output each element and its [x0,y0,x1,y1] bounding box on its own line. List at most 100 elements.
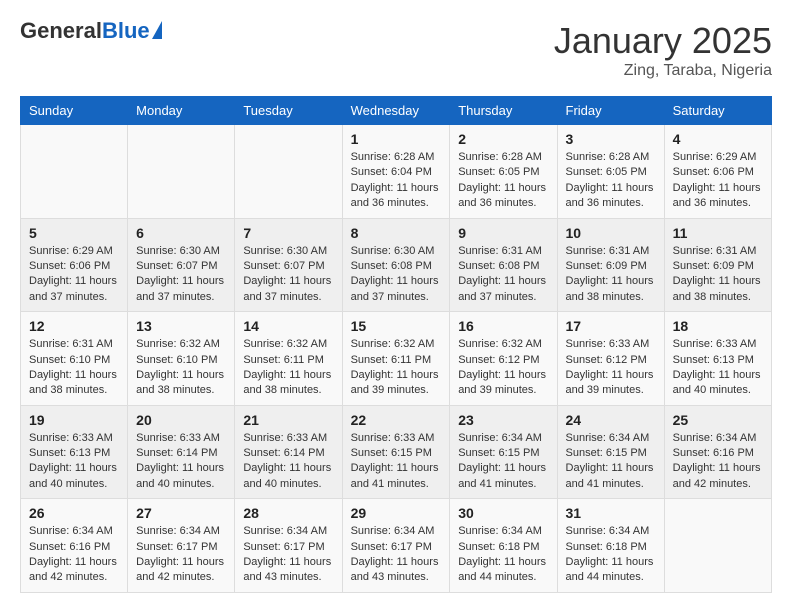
calendar-week-row: 12Sunrise: 6:31 AM Sunset: 6:10 PM Dayli… [21,312,772,406]
day-number: 27 [136,505,226,521]
calendar-day-cell: 10 Sunrise: 6:31 AM Sunset: 6:09 PM Dayli… [557,218,664,312]
day-number: 8 [351,225,442,241]
weekday-header-cell: Saturday [664,97,771,125]
calendar-day-cell: 29 Sunrise: 6:34 AM Sunset: 6:17 PM Dayli… [342,499,450,593]
day-info: Sunrise: 6:29 AM Sunset: 6:06 PM Dayligh… [673,150,763,212]
day-number: 26 [29,505,119,521]
day-number: 2 [458,131,548,147]
day-number: 4 [673,131,763,147]
day-info: Sunrise: 6:31 AM Sunset: 6:09 PM Dayligh… [566,244,656,306]
calendar-day-cell: 8 Sunrise: 6:30 AM Sunset: 6:08 PM Daylig… [342,218,450,312]
calendar-day-cell: 25Sunrise: 6:34 AM Sunset: 6:16 PM Dayli… [664,405,771,499]
calendar-day-cell: 23 Sunrise: 6:34 AM Sunset: 6:15 PM Dayli… [450,405,557,499]
day-number: 31 [566,505,656,521]
logo-icon [152,21,162,39]
day-info: Sunrise: 6:34 AM Sunset: 6:18 PM Dayligh… [458,524,548,586]
day-number: 29 [351,505,442,521]
page-header: GeneralBlue January 2025 Zing, Taraba, N… [20,20,772,80]
day-number: 20 [136,412,226,428]
calendar-day-cell: 18 Sunrise: 6:33 AM Sunset: 6:13 PM Dayli… [664,312,771,406]
day-number: 10 [566,225,656,241]
calendar-day-cell: 7Sunrise: 6:30 AM Sunset: 6:07 PM Daylig… [235,218,342,312]
calendar-table: SundayMondayTuesdayWednesdayThursdayFrid… [20,96,772,593]
logo: GeneralBlue [20,20,162,43]
day-number: 6 [136,225,226,241]
day-number: 15 [351,318,442,334]
calendar-day-cell: 3Sunrise: 6:28 AM Sunset: 6:05 PM Daylig… [557,125,664,219]
calendar-week-row: 19 Sunrise: 6:33 AM Sunset: 6:13 PM Dayli… [21,405,772,499]
day-info: Sunrise: 6:28 AM Sunset: 6:05 PM Dayligh… [458,150,548,212]
day-info: Sunrise: 6:32 AM Sunset: 6:11 PM Dayligh… [243,337,333,399]
calendar-day-cell: 31 Sunrise: 6:34 AM Sunset: 6:18 PM Dayli… [557,499,664,593]
day-number: 1 [351,131,442,147]
weekday-header-row: SundayMondayTuesdayWednesdayThursdayFrid… [21,97,772,125]
day-info: Sunrise: 6:34 AM Sunset: 6:18 PM Dayligh… [566,524,656,586]
day-info: Sunrise: 6:34 AM Sunset: 6:15 PM Dayligh… [458,431,548,493]
logo-text: GeneralBlue [20,20,150,43]
calendar-day-cell: 13 Sunrise: 6:32 AM Sunset: 6:10 PM Dayli… [128,312,235,406]
calendar-day-cell: 19 Sunrise: 6:33 AM Sunset: 6:13 PM Dayli… [21,405,128,499]
calendar-day-cell: 6Sunrise: 6:30 AM Sunset: 6:07 PM Daylig… [128,218,235,312]
day-number: 9 [458,225,548,241]
day-info: Sunrise: 6:28 AM Sunset: 6:04 PM Dayligh… [351,150,442,212]
day-info: Sunrise: 6:33 AM Sunset: 6:12 PM Dayligh… [566,337,656,399]
calendar-day-cell: 24Sunrise: 6:34 AM Sunset: 6:15 PM Dayli… [557,405,664,499]
day-number: 28 [243,505,333,521]
calendar-day-cell: 12Sunrise: 6:31 AM Sunset: 6:10 PM Dayli… [21,312,128,406]
calendar-day-cell: 30 Sunrise: 6:34 AM Sunset: 6:18 PM Dayli… [450,499,557,593]
day-info: Sunrise: 6:34 AM Sunset: 6:17 PM Dayligh… [351,524,442,586]
day-number: 25 [673,412,763,428]
day-number: 21 [243,412,333,428]
day-info: Sunrise: 6:33 AM Sunset: 6:13 PM Dayligh… [673,337,763,399]
weekday-header-cell: Friday [557,97,664,125]
day-number: 12 [29,318,119,334]
calendar-day-cell [21,125,128,219]
day-info: Sunrise: 6:32 AM Sunset: 6:10 PM Dayligh… [136,337,226,399]
day-number: 13 [136,318,226,334]
calendar-title: January 2025 [554,20,772,62]
calendar-day-cell: 5Sunrise: 6:29 AM Sunset: 6:06 PM Daylig… [21,218,128,312]
calendar-day-cell [128,125,235,219]
calendar-week-row: 26Sunrise: 6:34 AM Sunset: 6:16 PM Dayli… [21,499,772,593]
day-number: 18 [673,318,763,334]
calendar-header: SundayMondayTuesdayWednesdayThursdayFrid… [21,97,772,125]
calendar-day-cell [235,125,342,219]
day-info: Sunrise: 6:33 AM Sunset: 6:14 PM Dayligh… [243,431,333,493]
calendar-week-row: 5Sunrise: 6:29 AM Sunset: 6:06 PM Daylig… [21,218,772,312]
day-info: Sunrise: 6:33 AM Sunset: 6:13 PM Dayligh… [29,431,119,493]
calendar-day-cell: 1 Sunrise: 6:28 AM Sunset: 6:04 PM Daylig… [342,125,450,219]
calendar-day-cell: 27 Sunrise: 6:34 AM Sunset: 6:17 PM Dayli… [128,499,235,593]
calendar-day-cell: 16 Sunrise: 6:32 AM Sunset: 6:12 PM Dayli… [450,312,557,406]
day-info: Sunrise: 6:33 AM Sunset: 6:15 PM Dayligh… [351,431,442,493]
calendar-day-cell: 9 Sunrise: 6:31 AM Sunset: 6:08 PM Daylig… [450,218,557,312]
calendar-day-cell: 17 Sunrise: 6:33 AM Sunset: 6:12 PM Dayli… [557,312,664,406]
weekday-header-cell: Monday [128,97,235,125]
calendar-day-cell: 20Sunrise: 6:33 AM Sunset: 6:14 PM Dayli… [128,405,235,499]
calendar-day-cell: 22 Sunrise: 6:33 AM Sunset: 6:15 PM Dayli… [342,405,450,499]
day-number: 17 [566,318,656,334]
day-info: Sunrise: 6:34 AM Sunset: 6:17 PM Dayligh… [136,524,226,586]
weekday-header-cell: Wednesday [342,97,450,125]
day-number: 16 [458,318,548,334]
day-info: Sunrise: 6:28 AM Sunset: 6:05 PM Dayligh… [566,150,656,212]
day-info: Sunrise: 6:31 AM Sunset: 6:08 PM Dayligh… [458,244,548,306]
calendar-body: 1 Sunrise: 6:28 AM Sunset: 6:04 PM Daylig… [21,125,772,593]
day-number: 7 [243,225,333,241]
weekday-header-cell: Thursday [450,97,557,125]
day-number: 23 [458,412,548,428]
day-info: Sunrise: 6:32 AM Sunset: 6:12 PM Dayligh… [458,337,548,399]
calendar-day-cell: 28 Sunrise: 6:34 AM Sunset: 6:17 PM Dayli… [235,499,342,593]
day-number: 19 [29,412,119,428]
day-info: Sunrise: 6:30 AM Sunset: 6:08 PM Dayligh… [351,244,442,306]
day-number: 30 [458,505,548,521]
day-number: 11 [673,225,763,241]
calendar-week-row: 1 Sunrise: 6:28 AM Sunset: 6:04 PM Daylig… [21,125,772,219]
calendar-day-cell: 11 Sunrise: 6:31 AM Sunset: 6:09 PM Dayli… [664,218,771,312]
calendar-day-cell: 26Sunrise: 6:34 AM Sunset: 6:16 PM Dayli… [21,499,128,593]
calendar-day-cell: 4 Sunrise: 6:29 AM Sunset: 6:06 PM Daylig… [664,125,771,219]
day-number: 24 [566,412,656,428]
day-number: 22 [351,412,442,428]
day-info: Sunrise: 6:31 AM Sunset: 6:09 PM Dayligh… [673,244,763,306]
day-info: Sunrise: 6:34 AM Sunset: 6:17 PM Dayligh… [243,524,333,586]
calendar-subtitle: Zing, Taraba, Nigeria [554,62,772,80]
